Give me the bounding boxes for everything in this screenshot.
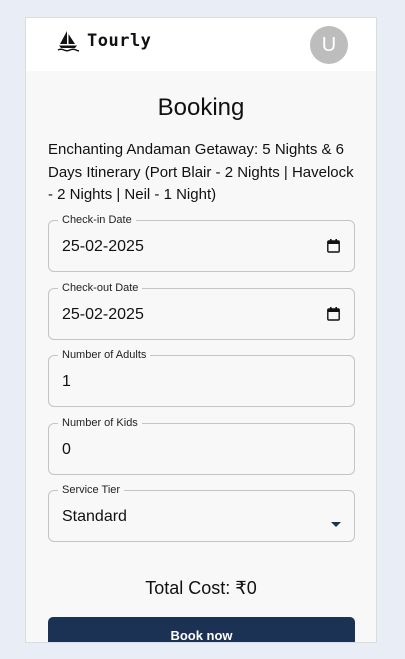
total-cost: Total Cost: ₹0	[145, 578, 257, 598]
sailboat-icon	[57, 30, 79, 52]
checkout-date-field[interactable]: Check-out Date 25-02-2025	[48, 281, 355, 340]
checkin-date-label: Check-in Date	[58, 213, 136, 227]
user-avatar[interactable]: U	[310, 26, 348, 64]
adults-field[interactable]: Number of Adults 1	[48, 348, 355, 407]
checkin-date-value[interactable]: 25-02-2025	[62, 237, 144, 257]
book-now-button[interactable]: Book now	[48, 617, 355, 642]
service-tier-label: Service Tier	[58, 483, 125, 497]
calendar-icon[interactable]	[327, 239, 340, 258]
caret-down-icon[interactable]	[331, 514, 341, 532]
kids-label: Number of Kids	[58, 416, 142, 430]
kids-value[interactable]: 0	[62, 440, 71, 460]
page-title: Booking	[157, 94, 245, 121]
service-tier-value[interactable]: Standard	[62, 507, 127, 527]
brand-name: Tourly	[87, 31, 152, 51]
checkin-date-field[interactable]: Check-in Date 25-02-2025	[48, 213, 355, 272]
calendar-icon[interactable]	[327, 307, 340, 326]
adults-value[interactable]: 1	[62, 372, 71, 392]
adults-label: Number of Adults	[58, 348, 151, 362]
checkout-date-label: Check-out Date	[58, 281, 143, 295]
service-tier-select[interactable]: Service Tier Standard	[48, 483, 355, 542]
checkout-date-value[interactable]: 25-02-2025	[62, 305, 144, 325]
tour-name: Enchanting Andaman Getaway: 5 Nights & 6…	[48, 141, 354, 203]
kids-field[interactable]: Number of Kids 0	[48, 416, 355, 475]
booking-card: Tourly U Booking Enchanting Andaman Geta…	[25, 17, 377, 643]
brand[interactable]: Tourly	[57, 30, 151, 52]
top-bar: Tourly U	[26, 18, 376, 71]
